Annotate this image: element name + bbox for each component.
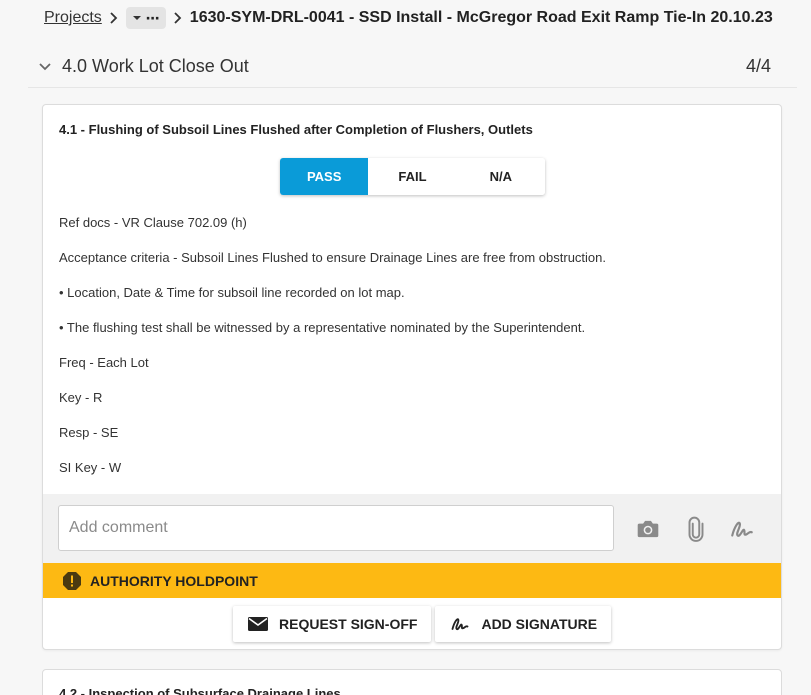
description-ref-docs: Ref docs - VR Clause 702.09 (h) <box>59 215 247 230</box>
warning-icon <box>63 571 81 590</box>
fail-button[interactable]: FAIL <box>368 158 457 195</box>
camera-icon[interactable] <box>635 516 661 542</box>
breadcrumb-more-button[interactable]: ⋯ <box>125 7 166 29</box>
holdpoint-label: AUTHORITY HOLDPOINT <box>90 572 258 589</box>
signature-icon <box>452 618 469 631</box>
checklist-page: Projects ⋯ 1630-SYM-DRL-0041 - SSD Insta… <box>0 0 811 695</box>
result-toggle: PASS FAIL N/A <box>280 158 545 195</box>
pass-button[interactable]: PASS <box>280 158 369 195</box>
description-acceptance: Acceptance criteria - Subsoil Lines Flus… <box>59 250 607 265</box>
next-checklist-item-card: 4.2 - Inspection of Subsurface Drainage … <box>42 669 782 695</box>
signature-icon[interactable] <box>729 516 755 542</box>
ellipsis-icon: ⋯ <box>145 9 160 26</box>
request-signoff-label: REQUEST SIGN-OFF <box>279 616 418 632</box>
description-bullet: • Location, Date & Time for subsoil line… <box>59 285 405 300</box>
breadcrumb-projects-link[interactable]: Projects <box>44 9 102 27</box>
item-description: Ref docs - VR Clause 702.09 (h) Acceptan… <box>59 215 759 495</box>
description-freq: Freq - Each Lot <box>59 355 149 370</box>
section-header[interactable]: 4.0 Work Lot Close Out 4/4 <box>28 46 797 88</box>
paperclip-icon[interactable] <box>683 516 709 542</box>
authority-holdpoint-banner: AUTHORITY HOLDPOINT <box>43 563 781 598</box>
description-key: Key - R <box>59 390 103 405</box>
section-progress-count: 4/4 <box>745 56 771 76</box>
breadcrumb: Projects ⋯ 1630-SYM-DRL-0041 - SSD Insta… <box>44 7 773 29</box>
description-si-key: SI Key - W <box>59 460 122 475</box>
request-signoff-button[interactable]: REQUEST SIGN-OFF <box>233 606 432 642</box>
checklist-item-card: 4.1 - Flushing of Subsoil Lines Flushed … <box>42 104 782 650</box>
next-item-title: 4.2 - Inspection of Subsurface Drainage … <box>59 686 341 695</box>
envelope-icon <box>248 617 268 631</box>
comment-bar <box>43 494 781 566</box>
breadcrumb-current: 1630-SYM-DRL-0041 - SSD Install - McGreg… <box>189 9 773 26</box>
signoff-actions: REQUEST SIGN-OFF ADD SIGNATURE <box>233 606 612 642</box>
chevron-down-icon[interactable] <box>38 62 52 72</box>
add-signature-button[interactable]: ADD SIGNATURE <box>435 606 612 642</box>
na-button[interactable]: N/A <box>456 158 545 195</box>
add-signature-label: ADD SIGNATURE <box>481 616 598 632</box>
description-resp: Resp - SE <box>59 425 119 440</box>
section-title: 4.0 Work Lot Close Out <box>62 56 249 76</box>
description-bullet: • The flushing test shall be witnessed b… <box>59 320 586 335</box>
comment-input[interactable] <box>58 505 614 551</box>
chevron-right-icon <box>174 12 182 24</box>
chevron-right-icon <box>110 12 118 24</box>
item-title: 4.1 - Flushing of Subsoil Lines Flushed … <box>59 122 533 137</box>
caret-down-icon <box>132 16 141 20</box>
